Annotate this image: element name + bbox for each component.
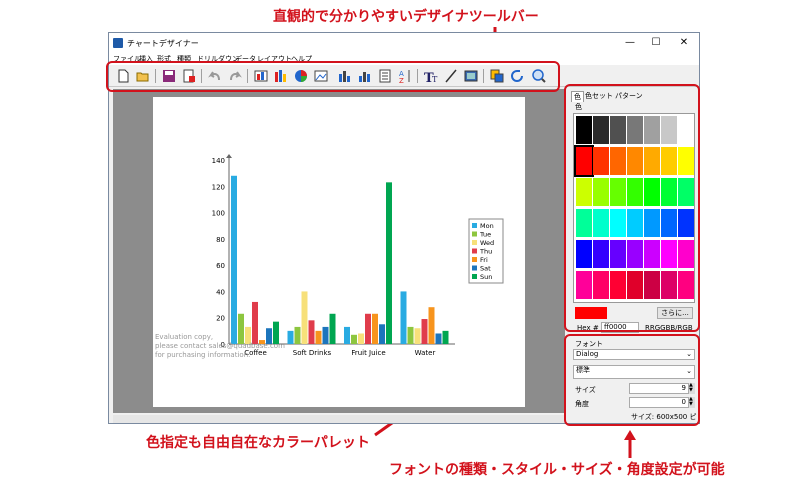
bar: [365, 313, 371, 344]
bar: [400, 291, 407, 344]
highlight-font: [564, 334, 700, 426]
window-title: チャートデザイナー: [127, 39, 199, 48]
legend-swatch: [472, 240, 477, 245]
legend-label: Sun: [480, 273, 492, 281]
watermark-line-1: Evaluation copy,: [155, 333, 214, 341]
legend-label: Mon: [480, 222, 494, 230]
app-icon: [113, 38, 123, 48]
bar: [407, 326, 414, 344]
bar: [358, 333, 364, 344]
legend-swatch: [472, 223, 477, 228]
highlight-palette: [564, 84, 700, 332]
legend-label: Fri: [480, 256, 488, 264]
legend-label: Wed: [480, 239, 494, 247]
bar: [301, 291, 308, 344]
x-tick-label: Water: [415, 349, 436, 357]
bar: [442, 330, 449, 344]
status-bar: [113, 415, 565, 423]
y-tick-label: 120: [212, 183, 225, 191]
bar: [252, 301, 258, 344]
legend-swatch: [472, 257, 477, 262]
y-tick-label: 20: [216, 315, 225, 323]
y-tick-label: 60: [216, 262, 225, 270]
bar: [386, 182, 392, 344]
chart-page[interactable]: 0 20 40 60 80 100 120 140 Coffee Soft Drinks Fruit…: [153, 97, 525, 407]
legend-label: Sat: [480, 265, 491, 273]
legend-swatch: [472, 265, 477, 271]
legend-swatch: [472, 274, 477, 279]
y-tick-label: 80: [216, 236, 225, 244]
chart-canvas-area: 0 20 40 60 80 100 120 140 Coffee Soft Drinks Fruit…: [113, 89, 565, 413]
y-tick-label: 100: [212, 210, 225, 218]
bar: [428, 307, 435, 344]
bar: [421, 319, 428, 344]
y-axis-arrow: [226, 154, 232, 158]
y-tick-label: 40: [216, 288, 225, 296]
bar: [322, 326, 329, 344]
legend-label: Thu: [479, 248, 492, 256]
bar: [315, 330, 322, 344]
bar-chart: 020406080100120140Coffee Soft Drinks Fruit…: [212, 154, 504, 357]
bar: [238, 313, 244, 344]
watermark-line-3: for purchasing information.: [155, 351, 251, 359]
title-bar: チャートデザイナー — ☐ ✕: [109, 33, 699, 53]
x-tick-label: Soft Drinks: [293, 349, 332, 357]
bar: [231, 175, 237, 344]
bar: [414, 328, 421, 344]
watermark-line-2: please contact sales@quadbase.com: [155, 342, 285, 350]
bar: [294, 326, 301, 344]
minimize-button[interactable]: —: [619, 35, 641, 51]
bar: [329, 313, 336, 344]
legend-label: Tue: [479, 231, 491, 239]
highlight-toolbar: [106, 61, 560, 92]
bar: [435, 333, 442, 344]
bar: [287, 330, 294, 344]
bar: [379, 324, 385, 344]
legend-swatch: [472, 248, 477, 254]
y-tick-label: 140: [212, 157, 225, 165]
bar: [344, 326, 350, 344]
close-button[interactable]: ✕: [673, 35, 695, 51]
x-tick-label: Fruit Juice: [351, 349, 385, 357]
legend-swatch: [472, 231, 477, 237]
bar: [273, 321, 279, 344]
bar: [308, 320, 315, 344]
bar: [372, 313, 378, 344]
bar: [351, 334, 357, 344]
maximize-button[interactable]: ☐: [645, 35, 667, 51]
